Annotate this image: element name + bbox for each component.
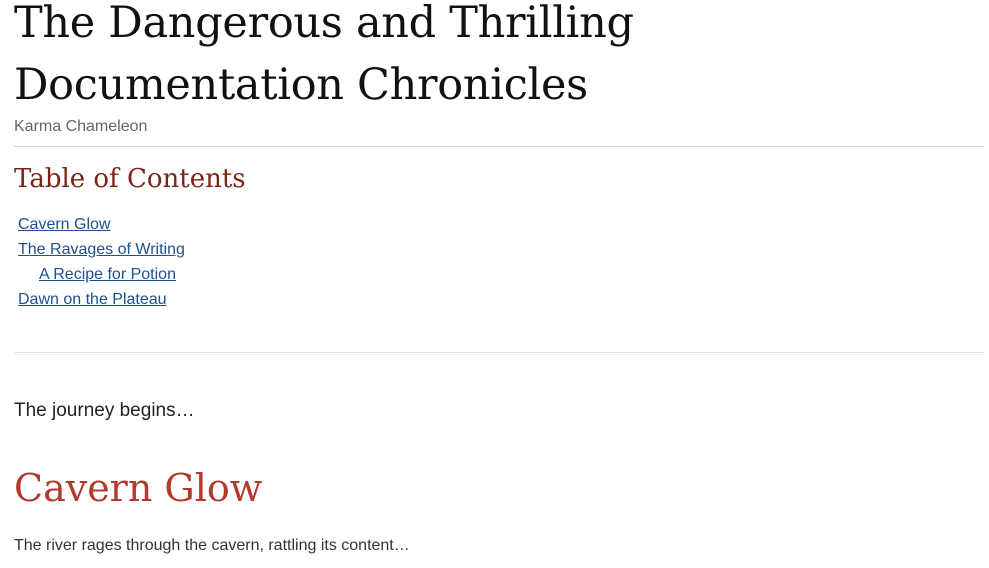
table-of-contents: Cavern Glow The Ravages of Writing A Rec… bbox=[18, 214, 185, 314]
toc-heading: Table of Contents bbox=[14, 164, 246, 194]
intro-text: The journey begins… bbox=[14, 400, 195, 421]
toc-item: The Ravages of Writing bbox=[18, 239, 185, 264]
section-paragraph: The river rages through the cavern, ratt… bbox=[14, 537, 410, 554]
document-title: The Dangerous and Thrilling Documentatio… bbox=[14, 0, 634, 110]
toc-item: Dawn on the Plateau bbox=[18, 289, 185, 314]
section-heading: Cavern Glow bbox=[14, 466, 263, 510]
toc-link-dawn-on-plateau[interactable]: Dawn on the Plateau bbox=[18, 291, 167, 308]
toc-item-nested: A Recipe for Potion bbox=[18, 264, 185, 289]
toc-divider bbox=[14, 352, 984, 355]
toc-link-recipe-for-potion[interactable]: A Recipe for Potion bbox=[39, 266, 176, 283]
toc-link-ravages-of-writing[interactable]: The Ravages of Writing bbox=[18, 241, 185, 258]
toc-item: Cavern Glow bbox=[18, 214, 185, 239]
document-author: Karma Chameleon bbox=[14, 118, 148, 135]
title-divider bbox=[14, 146, 984, 147]
toc-link-cavern-glow[interactable]: Cavern Glow bbox=[18, 216, 110, 233]
